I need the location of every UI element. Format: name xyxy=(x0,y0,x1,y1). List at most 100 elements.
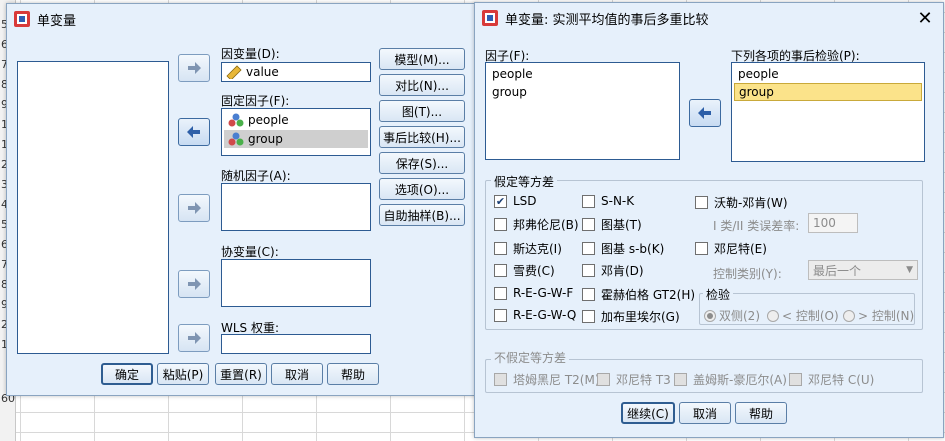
covariate-label: 协变量(C): xyxy=(221,245,279,259)
factor-item[interactable]: group xyxy=(488,83,527,101)
checkbox-box xyxy=(494,242,507,255)
checkmark-icon: ✔ xyxy=(494,194,507,208)
snk-label: S-N-K xyxy=(601,194,635,208)
source-variable-list[interactable] xyxy=(17,61,169,354)
posthoc-button[interactable]: 事后比较(H)... xyxy=(379,126,465,148)
checkbox-box xyxy=(582,242,595,255)
move-to-wls-button[interactable] xyxy=(178,324,210,352)
spss-app-icon xyxy=(14,11,30,27)
posthoc-item[interactable]: people xyxy=(734,65,922,83)
snk-checkbox[interactable]: S-N-K xyxy=(582,194,634,208)
lsd-label: LSD xyxy=(513,194,537,208)
less-than-control-radio[interactable]: < 控制(O) xyxy=(767,307,839,324)
dunnett-checkbox[interactable]: 邓尼特(E) xyxy=(695,240,767,257)
tukeyb-checkbox[interactable]: 图基 s-b(K) xyxy=(582,240,664,257)
dunnett-t3-checkbox[interactable]: 邓尼特 T3 xyxy=(597,371,671,388)
posthoc-item-selected[interactable]: group xyxy=(734,83,922,101)
factor-item[interactable]: people xyxy=(488,65,533,83)
checkbox-box xyxy=(674,373,687,386)
title-bar: 单变量: 实测平均值的事后多重比较 ✕ xyxy=(475,3,943,33)
checkbox-box xyxy=(789,373,802,386)
dialog-title: 单变量 xyxy=(37,13,77,29)
random-factor-list[interactable] xyxy=(221,183,371,231)
hochberg-checkbox[interactable]: 霍赫伯格 GT2(H) xyxy=(582,286,695,303)
dunnett-c-checkbox[interactable]: 邓尼特 C(U) xyxy=(789,371,874,388)
checkbox-box xyxy=(597,373,610,386)
fixed-factor-list[interactable]: people group xyxy=(221,108,371,156)
tukey-checkbox[interactable]: 图基(T) xyxy=(582,216,642,233)
options-button[interactable]: 选项(O)... xyxy=(379,178,465,200)
move-to-dependent-button[interactable] xyxy=(178,54,210,82)
move-to-random-button[interactable] xyxy=(178,194,210,222)
plots-button[interactable]: 图(T)... xyxy=(379,100,465,122)
duncan-checkbox[interactable]: 邓肯(D) xyxy=(582,262,644,279)
radio-button xyxy=(704,309,716,322)
paste-button[interactable]: 粘贴(P) xyxy=(157,363,209,385)
waller-duncan-label: 沃勒-邓肯(W) xyxy=(714,196,788,210)
move-to-fixed-button[interactable] xyxy=(178,118,210,146)
scheffe-checkbox[interactable]: 雪费(C) xyxy=(494,262,555,279)
cancel-button[interactable]: 取消 xyxy=(271,363,323,385)
covariate-list[interactable] xyxy=(221,259,371,307)
control-category-label: 控制类别(Y): xyxy=(713,267,782,281)
model-button[interactable]: 模型(M)... xyxy=(379,48,465,70)
checkbox-box xyxy=(494,286,507,300)
test-title: 检验 xyxy=(703,286,734,303)
continue-button[interactable]: 继续(C) xyxy=(621,402,675,424)
control-category-value: 最后一个 xyxy=(813,263,862,278)
control-category-select[interactable]: 最后一个 ▼ xyxy=(808,260,918,280)
cancel-button[interactable]: 取消 xyxy=(679,402,731,424)
arrow-left-icon xyxy=(187,126,200,138)
regwq-checkbox[interactable]: R-E-G-W-Q xyxy=(494,308,576,322)
tamhane-checkbox[interactable]: 塔姆黑尼 T2(M) xyxy=(494,371,600,388)
sidak-checkbox[interactable]: 斯达克(I) xyxy=(494,240,562,257)
chevron-down-icon: ▼ xyxy=(906,265,913,275)
scheffe-label: 雪费(C) xyxy=(513,264,555,278)
dialog-title: 单变量: 实测平均值的事后多重比较 xyxy=(505,12,709,28)
move-to-posthoc-button[interactable] xyxy=(689,99,721,127)
factors-list[interactable]: people group xyxy=(485,62,680,160)
posthoc-list[interactable]: people group xyxy=(731,62,925,162)
waller-duncan-checkbox[interactable]: 沃勒-邓肯(W) xyxy=(695,194,788,211)
wls-field[interactable] xyxy=(221,334,371,354)
fixed-factor-label: 固定因子(F): xyxy=(221,94,290,108)
posthoc-dialog: 单变量: 实测平均值的事后多重比较 ✕ 因子(F): people group … xyxy=(474,2,944,438)
regwf-checkbox[interactable]: R-E-G-W-F xyxy=(494,286,573,300)
games-howell-checkbox[interactable]: 盖姆斯-豪厄尔(A) xyxy=(674,371,787,388)
dependent-item[interactable]: value xyxy=(222,63,279,81)
hochberg-label: 霍赫伯格 GT2(H) xyxy=(601,288,696,302)
type-error-input[interactable]: 100 xyxy=(808,213,858,233)
help-button[interactable]: 帮助 xyxy=(327,363,379,385)
save-button[interactable]: 保存(S)... xyxy=(379,152,465,174)
help-button[interactable]: 帮助 xyxy=(735,402,787,424)
dependent-field[interactable]: value xyxy=(221,62,371,82)
fixed-factor-item-selected[interactable]: group xyxy=(224,130,368,148)
ok-button[interactable]: 确定 xyxy=(101,363,153,385)
bootstrap-button[interactable]: 自助抽样(B)... xyxy=(379,204,465,226)
fixed-factor-item[interactable]: people xyxy=(224,111,368,129)
fixed-factor-item-label: people xyxy=(248,113,289,127)
move-to-covariate-button[interactable] xyxy=(178,270,210,298)
greater-than-control-radio[interactable]: > 控制(N) xyxy=(843,307,914,324)
arrow-left-icon xyxy=(698,107,711,119)
arrow-right-icon xyxy=(188,202,201,214)
nominal-icon xyxy=(228,113,244,127)
two-sided-radio[interactable]: 双侧(2) xyxy=(704,307,760,324)
close-button[interactable]: ✕ xyxy=(907,3,943,33)
contrast-button[interactable]: 对比(N)... xyxy=(379,74,465,96)
equal-variance-title: 假定等方差 xyxy=(491,173,558,190)
games-howell-label: 盖姆斯-豪厄尔(A) xyxy=(693,373,787,387)
checkbox-box xyxy=(582,194,595,208)
tukeyb-label: 图基 s-b(K) xyxy=(601,242,665,256)
checkbox-box xyxy=(695,242,708,255)
dunnett-t3-label: 邓尼特 T3 xyxy=(616,373,671,387)
lsd-checkbox[interactable]: ✔ LSD xyxy=(494,194,537,208)
tukey-label: 图基(T) xyxy=(601,218,642,232)
unequal-variance-title: 不假定等方差 xyxy=(491,349,570,366)
gabriel-checkbox[interactable]: 加布里埃尔(G) xyxy=(582,308,680,325)
checkbox-box xyxy=(582,288,595,301)
checkbox-box xyxy=(494,373,507,386)
fixed-factor-item-label: group xyxy=(248,132,283,146)
reset-button[interactable]: 重置(R) xyxy=(215,363,267,385)
bonferroni-checkbox[interactable]: 邦弗伦尼(B) xyxy=(494,216,579,233)
